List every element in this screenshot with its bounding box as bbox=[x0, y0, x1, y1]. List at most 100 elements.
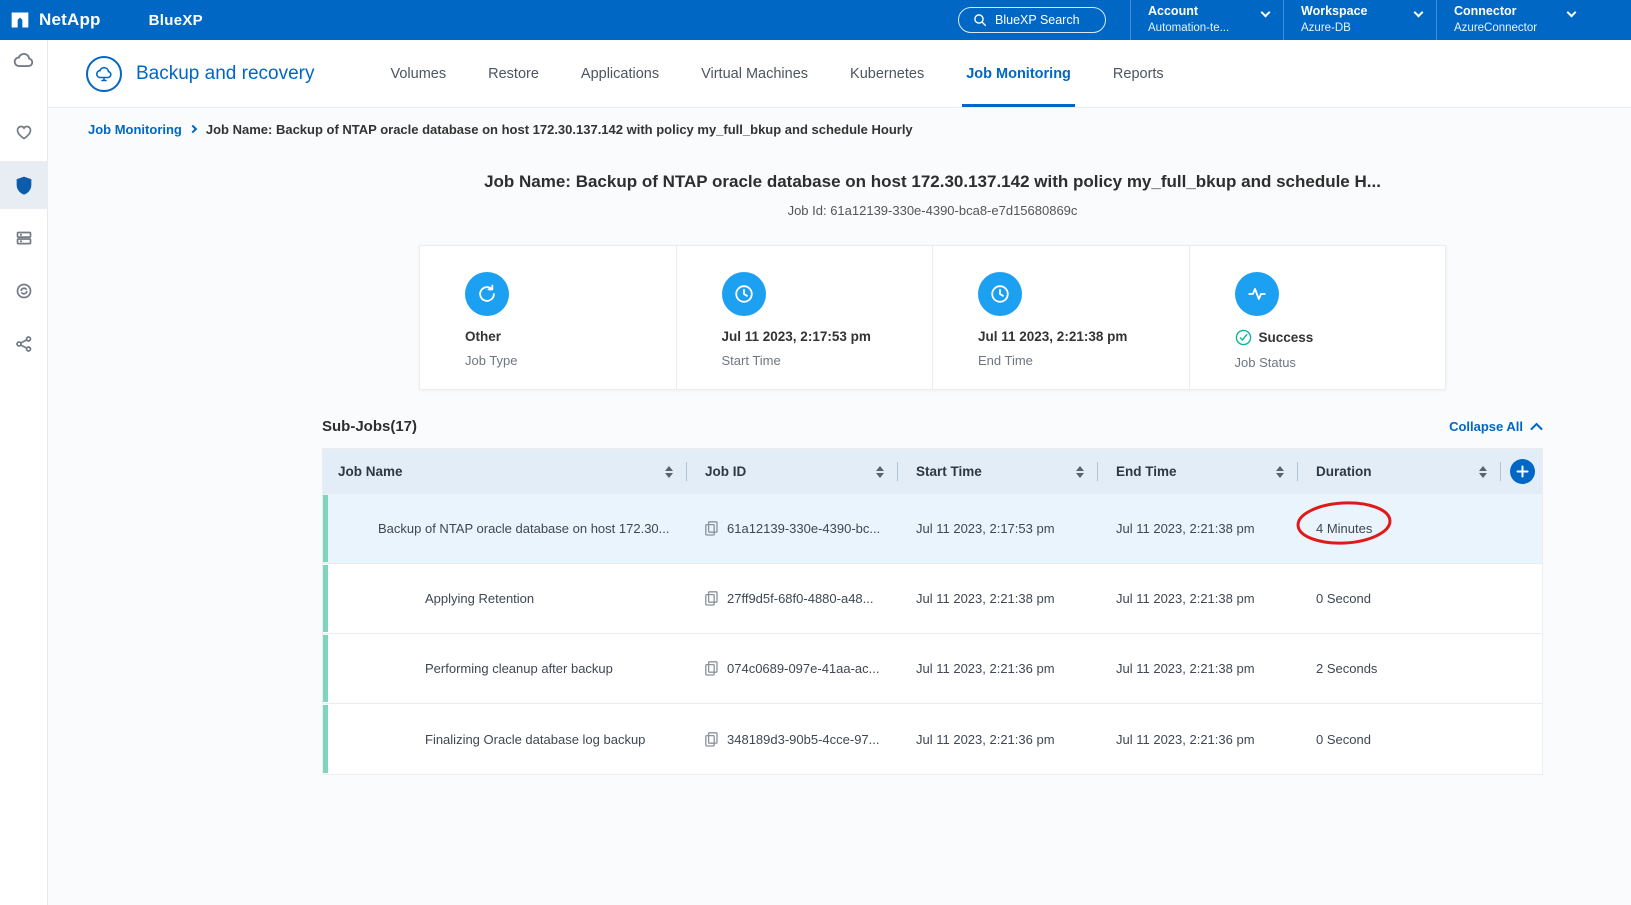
table-row[interactable]: Finalizing Oracle database log backup 34… bbox=[323, 704, 1542, 774]
column-header-end-time[interactable]: End Time bbox=[1098, 449, 1298, 494]
sub-jobs-heading: Sub-Jobs(17) bbox=[322, 418, 417, 435]
copy-icon[interactable] bbox=[705, 732, 718, 747]
service-tabs: Volumes Restore Applications Virtual Mac… bbox=[391, 40, 1164, 107]
sub-job-name: Finalizing Oracle database log backup bbox=[323, 732, 687, 747]
account-label: Account bbox=[1148, 5, 1273, 18]
sidebar-item-storage[interactable] bbox=[0, 40, 48, 80]
sub-job-name: Backup of NTAP oracle database on host 1… bbox=[323, 521, 687, 536]
sub-jobs-table: Job Name Job ID Start Time End Time Dura… bbox=[322, 448, 1543, 775]
left-sidebar bbox=[0, 40, 48, 905]
copy-icon[interactable] bbox=[705, 591, 718, 606]
sidebar-item-on-prem[interactable] bbox=[0, 214, 48, 262]
backup-recovery-logo-icon bbox=[86, 56, 122, 92]
collapse-all-button[interactable]: Collapse All bbox=[1449, 419, 1543, 434]
top-navigation-bar: NetApp BlueXP BlueXP Search Account Auto… bbox=[0, 0, 1631, 40]
table-row[interactable]: Backup of NTAP oracle database on host 1… bbox=[323, 494, 1542, 564]
table-row[interactable]: Applying Retention 27ff9d5f-68f0-4880-a4… bbox=[323, 564, 1542, 634]
sub-job-duration: 2 Seconds bbox=[1316, 661, 1377, 676]
table-header-row: Job Name Job ID Start Time End Time Dura… bbox=[323, 449, 1542, 494]
sub-job-start-time: Jul 11 2023, 2:21:38 pm bbox=[898, 591, 1098, 606]
sub-job-end-time: Jul 11 2023, 2:21:38 pm bbox=[1098, 591, 1298, 606]
summary-start-time: Jul 11 2023, 2:17:53 pm Start Time bbox=[676, 246, 933, 389]
sub-job-start-time: Jul 11 2023, 2:17:53 pm bbox=[898, 521, 1098, 536]
sort-icon[interactable] bbox=[1076, 466, 1084, 478]
summary-job-status: Success Job Status bbox=[1189, 246, 1446, 389]
clock-icon bbox=[722, 272, 766, 316]
connector-label: Connector bbox=[1454, 5, 1579, 18]
sidebar-item-protection[interactable] bbox=[0, 161, 48, 209]
sync-circle-icon bbox=[14, 281, 34, 301]
column-header-job-name[interactable]: Job Name bbox=[323, 449, 687, 494]
job-type-value: Other bbox=[465, 329, 676, 344]
column-header-start-time[interactable]: Start Time bbox=[898, 449, 1098, 494]
column-header-duration[interactable]: Duration bbox=[1298, 449, 1501, 494]
breadcrumb-job-monitoring-link[interactable]: Job Monitoring bbox=[88, 122, 182, 137]
sub-job-duration: 4 Minutes bbox=[1316, 521, 1372, 536]
main-content: Job Monitoring Job Name: Backup of NTAP … bbox=[48, 108, 1631, 905]
job-summary-card: Other Job Type Jul 11 2023, 2:17:53 pm S… bbox=[419, 245, 1446, 390]
add-column-button[interactable] bbox=[1510, 459, 1535, 484]
chevron-right-icon bbox=[189, 125, 197, 133]
collapse-all-label: Collapse All bbox=[1449, 419, 1523, 434]
sub-job-id: 27ff9d5f-68f0-4880-a48... bbox=[727, 591, 874, 606]
job-id-text: Job Id: 61a12139-330e-4390-bca8-e7d15680… bbox=[322, 203, 1543, 218]
sort-icon[interactable] bbox=[876, 466, 884, 478]
sidebar-item-sync[interactable] bbox=[0, 267, 48, 315]
bluexp-search[interactable]: BlueXP Search bbox=[958, 7, 1106, 33]
service-title: Backup and recovery bbox=[136, 63, 315, 85]
account-value: Automation-te... bbox=[1148, 20, 1273, 36]
top-menus: Account Automation-te... Workspace Azure… bbox=[1130, 0, 1589, 40]
pulse-icon bbox=[1235, 272, 1279, 316]
clock-icon bbox=[978, 272, 1022, 316]
sort-icon[interactable] bbox=[665, 466, 673, 478]
sidebar-item-share[interactable] bbox=[0, 320, 48, 368]
brand-name: NetApp bbox=[39, 10, 101, 30]
netapp-logo-icon bbox=[10, 10, 30, 30]
share-nodes-icon bbox=[14, 334, 34, 354]
sub-job-end-time: Jul 11 2023, 2:21:38 pm bbox=[1098, 521, 1298, 536]
sub-job-duration: 0 Second bbox=[1316, 591, 1371, 606]
sort-icon[interactable] bbox=[1479, 466, 1487, 478]
tab-reports[interactable]: Reports bbox=[1113, 40, 1164, 107]
sub-job-id: 348189d3-90b5-4cce-97... bbox=[727, 732, 880, 747]
sub-job-duration: 0 Second bbox=[1316, 732, 1371, 747]
sub-job-name: Applying Retention bbox=[323, 591, 687, 606]
tab-job-monitoring[interactable]: Job Monitoring bbox=[966, 40, 1071, 107]
shield-icon bbox=[14, 175, 34, 195]
tab-volumes[interactable]: Volumes bbox=[391, 40, 447, 107]
start-time-value: Jul 11 2023, 2:17:53 pm bbox=[722, 329, 933, 344]
chevron-up-icon bbox=[1530, 422, 1543, 431]
job-status-value: Success bbox=[1259, 330, 1314, 345]
sub-job-start-time: Jul 11 2023, 2:21:36 pm bbox=[898, 732, 1098, 747]
sidebar-item-health[interactable] bbox=[0, 108, 48, 156]
tab-kubernetes[interactable]: Kubernetes bbox=[850, 40, 924, 107]
workspace-menu[interactable]: Workspace Azure-DB bbox=[1283, 0, 1436, 40]
sort-icon[interactable] bbox=[1276, 466, 1284, 478]
tab-restore[interactable]: Restore bbox=[488, 40, 539, 107]
success-check-icon bbox=[1235, 329, 1252, 346]
table-row[interactable]: Performing cleanup after backup 074c0689… bbox=[323, 634, 1542, 704]
account-menu[interactable]: Account Automation-te... bbox=[1130, 0, 1283, 40]
copy-icon[interactable] bbox=[705, 521, 718, 536]
start-time-label: Start Time bbox=[722, 353, 933, 368]
page-title: Job Name: Backup of NTAP oracle database… bbox=[322, 172, 1543, 192]
sub-job-start-time: Jul 11 2023, 2:21:36 pm bbox=[898, 661, 1098, 676]
refresh-icon bbox=[465, 272, 509, 316]
tab-virtual-machines[interactable]: Virtual Machines bbox=[701, 40, 808, 107]
tab-applications[interactable]: Applications bbox=[581, 40, 659, 107]
search-label: BlueXP Search bbox=[995, 13, 1080, 27]
search-icon bbox=[973, 13, 987, 27]
job-status-label: Job Status bbox=[1235, 355, 1446, 370]
service-header: Backup and recovery Volumes Restore Appl… bbox=[48, 40, 1631, 108]
cloud-icon bbox=[13, 49, 35, 71]
product-name: BlueXP bbox=[149, 12, 203, 29]
end-time-label: End Time bbox=[978, 353, 1189, 368]
sub-job-id: 61a12139-330e-4390-bc... bbox=[727, 521, 880, 536]
connector-menu[interactable]: Connector AzureConnector bbox=[1436, 0, 1589, 40]
netapp-brand: NetApp bbox=[10, 10, 101, 30]
copy-icon[interactable] bbox=[705, 661, 718, 676]
sub-job-name: Performing cleanup after backup bbox=[323, 661, 687, 676]
sub-job-end-time: Jul 11 2023, 2:21:36 pm bbox=[1098, 732, 1298, 747]
workspace-value: Azure-DB bbox=[1301, 20, 1426, 36]
column-header-job-id[interactable]: Job ID bbox=[687, 449, 898, 494]
